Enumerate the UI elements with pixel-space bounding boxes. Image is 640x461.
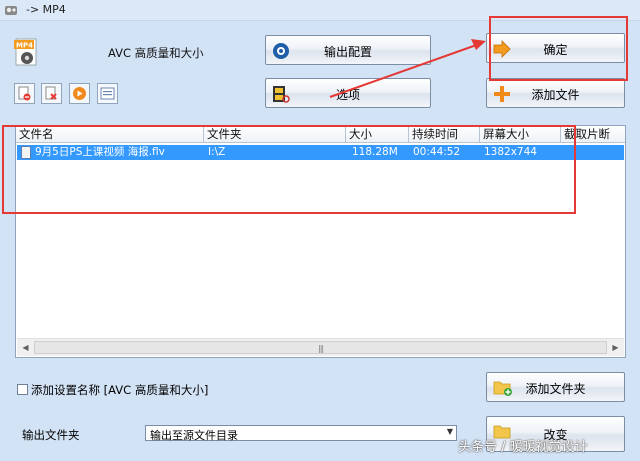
annotation-arrow: [329, 39, 486, 98]
watermark-text: 头条号 / 暖暖视觉设计: [458, 440, 588, 455]
